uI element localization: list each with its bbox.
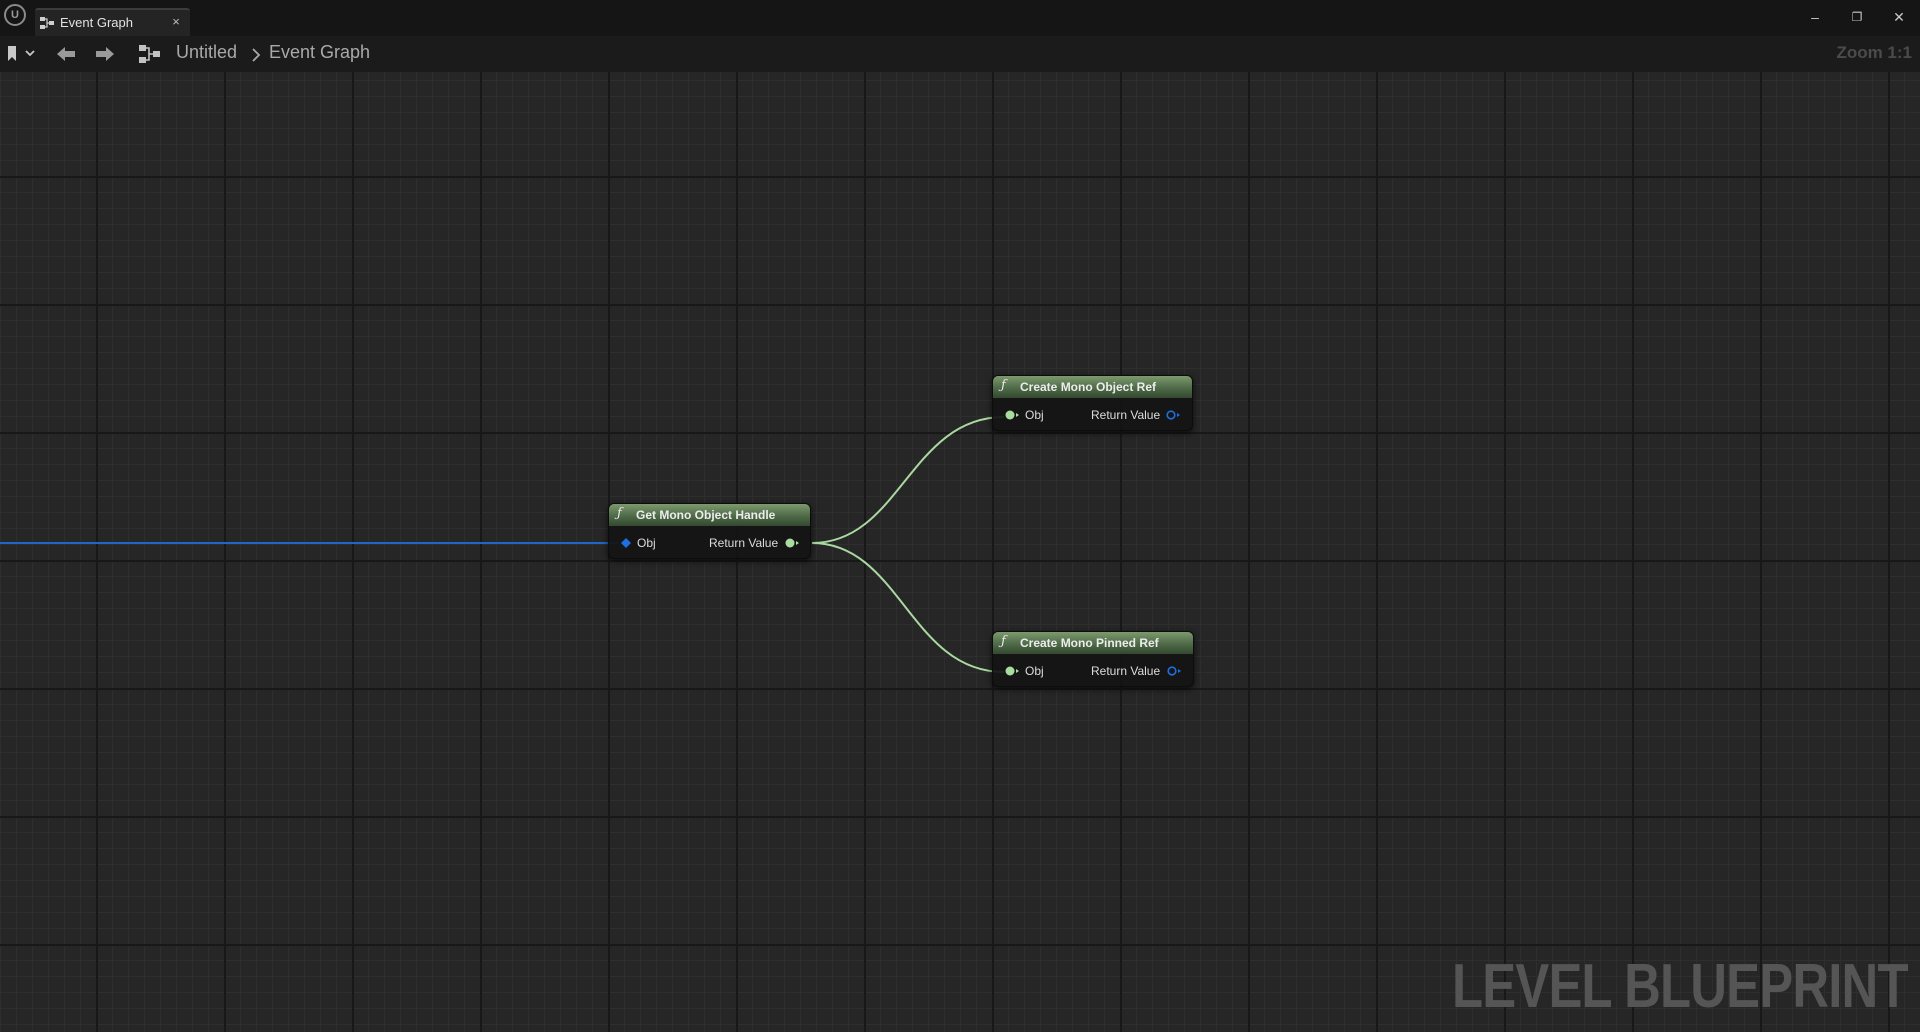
node-create-mono-pinned-ref[interactable]: ƒ Create Mono Pinned Ref Obj Return Valu… (992, 631, 1194, 687)
graph-canvas[interactable]: ƒ Get Mono Object Handle Obj Return Valu… (0, 72, 1920, 1032)
minimize-button[interactable]: – (1800, 6, 1830, 28)
close-window-button[interactable]: ✕ (1884, 6, 1914, 28)
breadcrumb-untitled[interactable]: Untitled (176, 42, 237, 63)
obj-input-label: Obj (637, 536, 656, 550)
function-icon: ƒ (1001, 634, 1006, 649)
graph-overview-icon[interactable] (138, 44, 162, 64)
function-icon: ƒ (1001, 378, 1006, 393)
node-title: Create Mono Pinned Ref (1020, 636, 1159, 650)
event-graph-icon (40, 17, 54, 29)
bookmark-icon[interactable] (6, 45, 38, 63)
node-header[interactable]: ƒ Create Mono Object Ref (993, 376, 1192, 398)
function-icon: ƒ (617, 506, 622, 521)
return-value-output-pin[interactable] (1166, 410, 1180, 420)
zoom-level: Zoom 1:1 (1836, 43, 1912, 62)
node-title: Get Mono Object Handle (636, 508, 776, 522)
return-value-label: Return Value (1091, 664, 1161, 678)
wire-layer (0, 416, 1005, 673)
graph-toolbar: Untitled Event Graph Zoom 1:1 (0, 36, 1920, 73)
breadcrumb-chevron-icon (252, 48, 261, 62)
breadcrumb-event-graph[interactable]: Event Graph (269, 42, 370, 63)
return-value-output-pin[interactable] (785, 538, 799, 548)
return-value-label: Return Value (1091, 408, 1161, 422)
node-header[interactable]: ƒ Get Mono Object Handle (609, 504, 810, 526)
node-get-mono-object-handle[interactable]: ƒ Get Mono Object Handle Obj Return Valu… (608, 503, 811, 559)
title-bar: U Event Graph × – ❐ ✕ (0, 0, 1920, 36)
tab-event-graph[interactable]: Event Graph × (35, 8, 190, 36)
obj-input-label: Obj (1025, 664, 1044, 678)
node-create-mono-object-ref[interactable]: ƒ Create Mono Object Ref Obj Return Valu… (992, 375, 1193, 431)
restore-button[interactable]: ❐ (1842, 6, 1872, 28)
back-arrow-icon[interactable] (54, 44, 78, 64)
forward-arrow-icon[interactable] (93, 44, 117, 64)
tab-label: Event Graph (60, 15, 133, 30)
obj-input-pin[interactable] (621, 538, 631, 548)
wire-to-create-pinned-ref (811, 542, 1005, 673)
return-value-output-pin[interactable] (1167, 666, 1181, 676)
blueprint-editor-window: U Event Graph × – ❐ ✕ Untitled Event Gra… (0, 0, 1920, 1032)
obj-input-pin[interactable] (1005, 666, 1019, 676)
unreal-logo-icon[interactable]: U (4, 4, 26, 26)
obj-input-label: Obj (1025, 408, 1044, 422)
obj-input-pin[interactable] (1005, 410, 1019, 420)
node-title: Create Mono Object Ref (1020, 380, 1157, 394)
return-value-label: Return Value (709, 536, 779, 550)
level-blueprint-watermark: LEVEL BLUEPRINT (1452, 952, 1908, 1021)
wire-to-create-object-ref (811, 416, 1005, 544)
node-header[interactable]: ƒ Create Mono Pinned Ref (993, 632, 1193, 654)
tab-close-icon[interactable]: × (169, 14, 183, 29)
